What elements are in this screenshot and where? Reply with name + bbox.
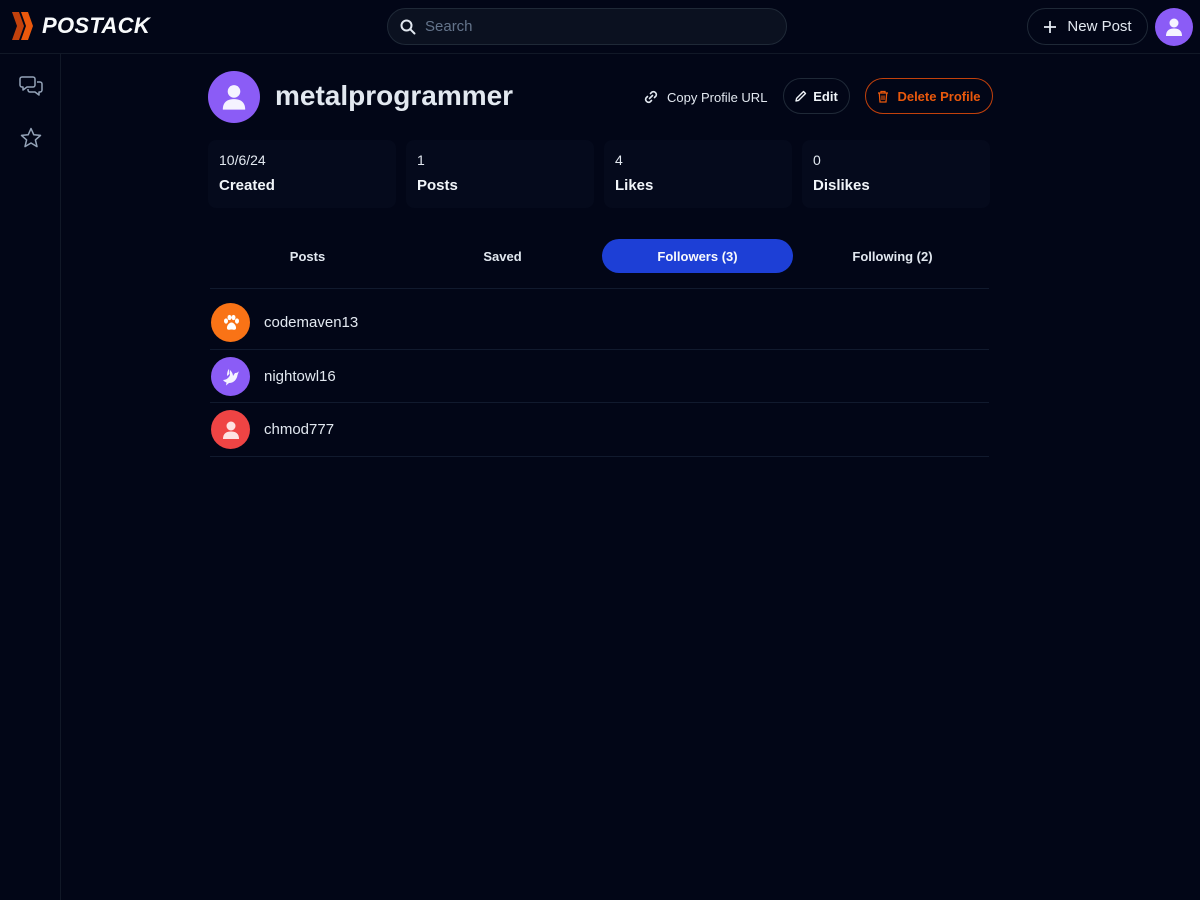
user-icon — [222, 421, 239, 439]
pencil-icon — [795, 90, 807, 102]
follower-item[interactable]: chmod777 — [210, 403, 989, 456]
tab-saved[interactable]: Saved — [407, 239, 598, 273]
tab-following[interactable]: Following (2) — [797, 239, 988, 273]
profile-avatar — [208, 71, 260, 123]
plus-icon — [1044, 20, 1057, 33]
follower-item[interactable]: nightowl16 — [210, 350, 989, 403]
stat-value: 10/6/24 — [219, 152, 266, 168]
stat-value: 4 — [615, 152, 623, 168]
follower-item[interactable]: codemaven13 — [210, 296, 989, 349]
search-bar[interactable] — [387, 8, 787, 45]
stat-value: 1 — [417, 152, 425, 168]
copy-profile-url-button[interactable]: Copy Profile URL — [643, 86, 767, 108]
delete-profile-button[interactable]: Delete Profile — [865, 78, 993, 114]
user-icon — [1166, 18, 1182, 36]
sidebar — [0, 54, 61, 900]
postack-logo-icon — [12, 12, 33, 40]
stat-dislikes: 0 Dislikes — [802, 140, 990, 208]
chat-bubbles-icon — [19, 76, 43, 96]
trash-icon — [878, 90, 889, 103]
stat-label: Created — [219, 177, 275, 194]
stat-value: 0 — [813, 152, 821, 168]
stat-label: Dislikes — [813, 177, 870, 194]
paw-icon — [223, 314, 239, 330]
divider — [210, 456, 989, 457]
sidebar-item-starred[interactable] — [18, 125, 44, 151]
search-icon — [400, 19, 416, 34]
avatar — [211, 357, 250, 396]
stat-likes: 4 Likes — [604, 140, 792, 208]
follower-name[interactable]: nightowl16 — [264, 368, 336, 385]
copy-profile-url-label: Copy Profile URL — [667, 89, 768, 105]
search-input[interactable] — [425, 18, 786, 35]
stat-created: 10/6/24 Created — [208, 140, 396, 208]
top-bar: POSTACK New Post — [0, 0, 1200, 54]
dove-icon — [222, 368, 239, 385]
edit-profile-button[interactable]: Edit — [783, 78, 850, 114]
avatar — [211, 410, 250, 449]
star-icon — [20, 127, 42, 148]
follower-name[interactable]: codemaven13 — [264, 314, 358, 331]
link-icon — [644, 90, 658, 104]
user-avatar-button[interactable] — [1155, 8, 1193, 46]
delete-profile-label: Delete Profile — [897, 88, 981, 104]
new-post-button[interactable]: New Post — [1027, 8, 1148, 45]
avatar — [211, 303, 250, 342]
divider — [210, 288, 989, 289]
sidebar-item-posts[interactable] — [18, 73, 44, 99]
edit-label: Edit — [813, 88, 838, 104]
logo[interactable]: POSTACK — [10, 12, 150, 40]
stat-posts: 1 Posts — [406, 140, 594, 208]
logo-text: POSTACK — [42, 13, 151, 38]
tab-posts[interactable]: Posts — [212, 239, 403, 273]
new-post-label: New Post — [1067, 18, 1132, 35]
user-icon — [222, 85, 246, 110]
tab-followers[interactable]: Followers (3) — [602, 239, 793, 273]
stat-label: Likes — [615, 177, 654, 194]
stat-label: Posts — [417, 177, 458, 194]
profile-username: metalprogrammer — [275, 80, 514, 111]
follower-name[interactable]: chmod777 — [264, 421, 334, 438]
